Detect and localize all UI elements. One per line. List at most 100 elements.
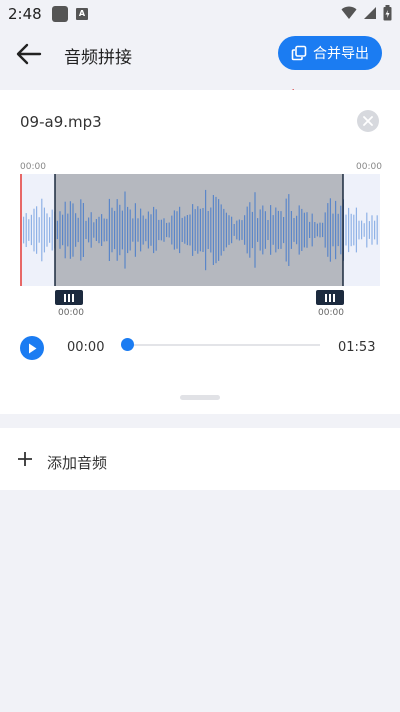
wave-bar [296,215,298,245]
wave-bar [59,211,61,249]
wave-bar [132,218,134,242]
wave-bar [173,210,175,250]
wave-bar [80,199,82,261]
wave-bar [290,211,292,249]
wave-bar [319,222,321,238]
wave-bar [85,220,87,239]
wave-bar [205,189,207,271]
trim-handle-left[interactable] [55,290,83,305]
handle-grip-left [64,293,74,302]
wave-bar [329,198,331,262]
wave-bar [355,207,357,253]
wave-bar [64,201,66,259]
wave-bar [238,219,240,241]
trim-end-time: 00:00 [318,308,344,318]
page-title: 音频拼接 [64,48,132,68]
wave-bar [163,218,165,242]
wave-bar [147,211,149,249]
wave-bar [101,214,103,246]
wave-bar [199,208,201,252]
wave-bar [119,204,121,256]
wave-bar [366,212,368,248]
wave-bar [353,214,355,246]
wave-bar [218,199,220,261]
wave-bar [215,196,217,264]
wave-bar [322,222,324,238]
add-audio-button[interactable]: 添加音频 [0,428,400,490]
wave-bar [259,209,261,251]
wave-bar [249,202,251,258]
merge-export-button[interactable]: 合并导出 [278,36,382,70]
wave-bar [348,207,350,253]
wave-bar [270,205,272,255]
wave-bar [28,219,30,241]
wave-bar [184,216,186,244]
wave-bar [212,195,214,265]
status-time: 2:48 [8,5,42,23]
wave-bar [288,194,290,266]
total-time: 01:53 [338,340,376,355]
wave-bar [166,222,168,238]
wave-bar [194,209,196,251]
wave-bar [311,213,313,247]
wave-bar [46,213,48,247]
wave-bar [150,214,152,246]
wave-bar [233,224,235,236]
wave-bar [189,214,191,246]
wave-bar [108,198,110,261]
wave-bar [207,211,209,249]
play-button[interactable] [20,336,44,360]
wave-start-time: 00:00 [20,162,46,172]
wave-bar [38,217,40,243]
notification-a-icon: A [76,8,88,20]
wave-bar [277,210,279,250]
trim-handle-right[interactable] [316,290,344,305]
wave-bar [246,206,248,254]
wave-bar [153,206,155,254]
wave-bar [272,215,274,245]
wave-bar [67,213,69,247]
wave-bar [316,223,318,237]
wave-bar [241,220,243,240]
wave-bar [176,211,178,249]
status-right-icons [341,5,392,21]
wave-bar [23,216,25,244]
wave-bar [324,212,326,248]
wave-bar [114,210,116,250]
wave-bar [69,201,71,259]
wave-bar [231,216,233,244]
wave-bar [197,206,199,254]
wave-bar [298,205,300,255]
wifi-icon [341,6,357,19]
wave-bar [309,221,311,238]
seek-thumb[interactable] [121,338,134,351]
wave-bar [158,219,160,241]
wave-bar [51,209,53,251]
status-bar: 2:48 A [0,0,400,28]
back-button[interactable] [14,40,44,68]
drag-handle[interactable] [180,395,220,400]
wave-bar [345,214,347,246]
wave-bar [376,215,378,245]
wave-bar [257,218,259,242]
wave-bar [49,217,51,243]
seek-bar[interactable] [128,344,320,346]
wave-bar [56,220,58,240]
wave-bar [202,208,204,252]
wave-bar [33,208,35,252]
status-left-icons: A [52,6,88,22]
wave-bar [254,192,256,268]
waveform[interactable] [20,174,380,286]
merge-export-label: 合并导出 [313,46,369,62]
wave-bar [306,212,308,248]
wave-bar [210,207,212,253]
wave-bar [43,207,45,253]
wave-bar [340,205,342,255]
wave-bar [314,222,316,238]
wave-bar [72,203,74,257]
wave-bar [337,213,339,247]
wave-bar [374,220,376,240]
remove-clip-button[interactable] [357,110,379,132]
wave-bar [95,219,97,241]
close-icon [363,116,373,126]
